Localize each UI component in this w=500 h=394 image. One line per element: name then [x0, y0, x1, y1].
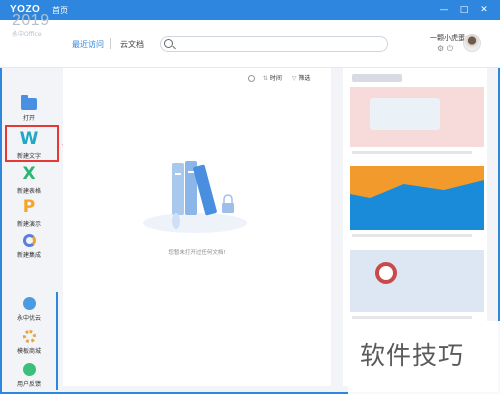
- ads-title-placeholder: [352, 74, 402, 82]
- empty-state-message: 您暂未打开过任何文档!: [168, 250, 226, 256]
- ad-banner-3[interactable]: [350, 250, 484, 312]
- empty-state-illustration: [143, 161, 247, 233]
- ad-banner-3-caption: [352, 316, 472, 319]
- ad-banner-2-caption: [352, 234, 472, 237]
- ad-banner-3-image: [375, 262, 397, 284]
- filter-icon: ▽: [291, 75, 297, 82]
- sort-arrow-icon: ⇅: [262, 75, 268, 82]
- sort-controls: ⇅ 时间 ▽ 筛选: [248, 73, 310, 82]
- ad-banner-1-caption: [352, 151, 472, 154]
- select-all-checkbox[interactable]: [248, 75, 255, 82]
- ad-banner-1-image: [370, 98, 440, 130]
- watermark-text: 软件技巧: [360, 341, 465, 370]
- sort-by-time-button[interactable]: 时间: [270, 75, 282, 82]
- filter-button[interactable]: 筛选: [298, 75, 310, 82]
